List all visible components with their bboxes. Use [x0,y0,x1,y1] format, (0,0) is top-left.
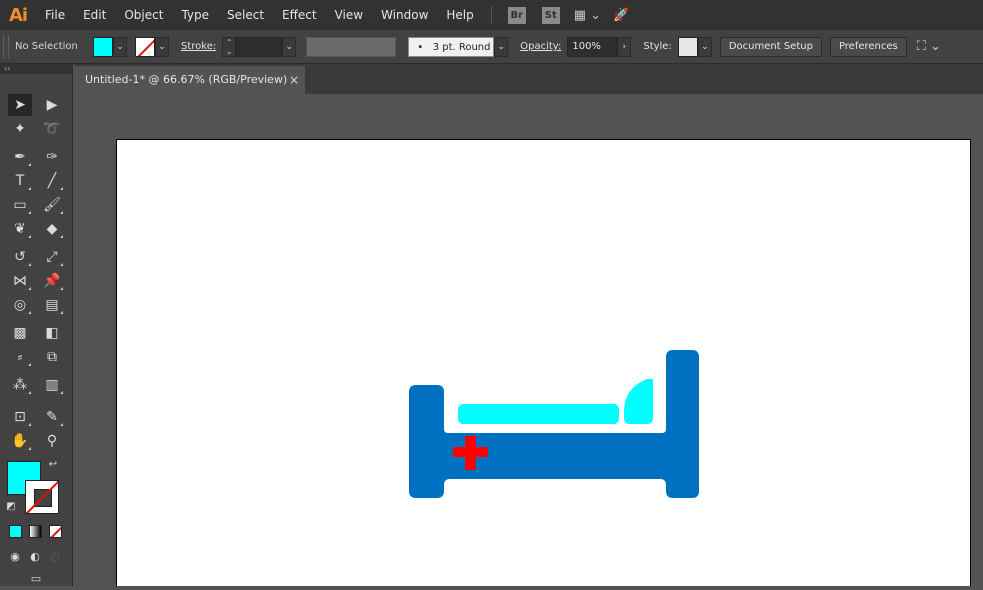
bed-pillow [624,379,653,424]
column-graph-tool-icon[interactable]: ▥ [40,374,64,396]
document-tab-title: Untitled-1* @ 66.67% (RGB/Preview) [85,73,288,86]
tools-panel-collapse[interactable]: ‹‹ [0,64,72,74]
app-logo: Ai [8,4,28,26]
style-label: Style: [643,41,672,52]
width-tool-icon[interactable]: ⋈ [8,270,32,292]
menu-select[interactable]: Select [218,0,273,30]
direct-selection-tool-icon[interactable]: ▶ [40,94,64,116]
shape-builder-tool-icon[interactable]: ◎ [8,294,32,316]
menu-view[interactable]: View [326,0,372,30]
swap-fill-stroke-icon[interactable]: ↩ [46,458,60,472]
menu-help[interactable]: Help [437,0,482,30]
mesh-tool-icon[interactable]: ▩ [8,322,32,344]
document-tab[interactable]: Untitled-1* @ 66.67% (RGB/Preview) × [75,66,305,94]
lasso-tool-icon[interactable]: ➰ [40,118,64,140]
selection-tool-icon[interactable]: ➤ [8,94,32,116]
menu-edit[interactable]: Edit [74,0,115,30]
hospital-bed-illustration [409,350,699,498]
brush-definition[interactable]: • 3 pt. Round [408,36,495,57]
type-tool-icon[interactable]: T [8,170,32,192]
line-segment-tool-icon[interactable]: ╱ [40,170,64,192]
menu-file[interactable]: File [36,0,74,30]
variable-width-profile[interactable] [306,36,397,57]
draw-behind-icon[interactable]: ◐ [26,546,44,568]
magic-wand-tool-icon[interactable]: ✦ [8,118,32,140]
default-fill-stroke-icon[interactable]: ◩ [4,500,18,514]
brush-dot: • [417,41,424,53]
stroke-label[interactable]: Stroke: [181,41,216,52]
workspace-layout-icon[interactable]: ▦ ⌄ [574,8,601,23]
gpu-performance-icon[interactable]: 🚀 [613,8,629,23]
stroke-color-swatch[interactable] [135,36,155,57]
curvature-tool-icon[interactable]: ✑ [40,146,64,168]
menu-separator [490,6,492,24]
opacity-dropdown-chevron[interactable]: › [617,36,632,57]
style-dropdown-chevron[interactable]: ⌄ [697,36,712,57]
blend-tool-icon[interactable]: ⧉ [40,346,64,368]
none-slash-icon [50,526,61,537]
fill-dropdown-chevron[interactable]: ⌄ [113,36,127,57]
menu-effect[interactable]: Effect [273,0,326,30]
close-tab-icon[interactable]: × [289,66,299,94]
fill-color-swatch[interactable] [93,36,113,57]
tools-panel: ‹‹ ➤ ▶ ✦ ➰ ✒ ✑ T ╱ ▭ 🖌 ❦ ◆ ↺ ⤢ ⋈ 📌 ◎ ▤ ▩… [0,64,73,586]
color-mode-button[interactable] [9,525,22,538]
gradient-tool-icon[interactable]: ◧ [40,322,64,344]
pen-tool-icon[interactable]: ✒ [8,146,32,168]
opacity-input[interactable]: 100% [567,36,618,57]
bridge-button[interactable]: Br [507,6,526,24]
symbol-sprayer-tool-icon[interactable]: ⁂ [8,374,32,396]
rotate-tool-icon[interactable]: ↺ [8,246,32,268]
preferences-button[interactable]: Preferences [829,36,907,57]
control-bar: No Selection ⌄ ⌄ Stroke: ⌃ ⌄ ⌄ • 3 pt. Ro… [0,30,983,64]
screen-mode-icon[interactable]: ▭ [24,568,48,590]
document-tab-strip: Untitled-1* @ 66.67% (RGB/Preview) × [75,64,983,94]
menu-object[interactable]: Object [115,0,172,30]
document-setup-button[interactable]: Document Setup [719,36,822,57]
puppet-warp-tool-icon[interactable]: 📌 [40,270,64,292]
bed-mattress [458,404,619,424]
draw-inside-icon[interactable]: ◌ [46,546,64,568]
stroke-weight-input[interactable] [236,36,283,57]
canvas-area[interactable] [75,94,983,586]
stroke-dropdown-chevron[interactable]: ⌄ [155,36,169,57]
menu-bar: Ai File Edit Object Type Select Effect V… [0,0,983,30]
eraser-tool-icon[interactable]: ◆ [40,218,64,240]
artboard-tool-icon[interactable]: ⊡ [8,406,32,428]
slice-tool-icon[interactable]: ✎ [40,406,64,428]
draw-normal-icon[interactable]: ◉ [6,546,24,568]
brush-label: 3 pt. Round [432,41,491,53]
stroke-weight-dropdown[interactable]: ⌄ [282,36,297,57]
stroke-weight-stepper[interactable]: ⌃ ⌄ [222,36,237,57]
paintbrush-tool-icon[interactable]: 🖌 [40,194,64,216]
transform-icon[interactable]: ⛶ ⌄ [917,39,941,54]
gradient-mode-button[interactable] [29,525,42,538]
stroke-box-hole [34,489,52,507]
scale-tool-icon[interactable]: ⤢ [40,246,64,268]
stock-button[interactable]: St [541,6,560,24]
rectangle-tool-icon[interactable]: ▭ [8,194,32,216]
stroke-color-box[interactable] [25,480,59,514]
hand-tool-icon[interactable]: ✋ [8,430,32,452]
artwork-svg [409,350,699,498]
menu-window[interactable]: Window [372,0,437,30]
menu-type[interactable]: Type [172,0,218,30]
eyedropper-tool-icon[interactable]: ⸗ [8,346,32,368]
selection-status: No Selection [15,41,78,52]
graphic-style-swatch[interactable] [677,36,698,57]
zoom-tool-icon[interactable]: ⚲ [40,430,64,452]
brush-dropdown-chevron[interactable]: ⌄ [494,36,509,57]
perspective-grid-tool-icon[interactable]: ▤ [40,294,64,316]
shaper-tool-icon[interactable]: ❦ [8,218,32,240]
artboard[interactable] [116,139,971,586]
none-mode-button[interactable] [49,525,62,538]
opacity-label[interactable]: Opacity: [520,41,561,52]
